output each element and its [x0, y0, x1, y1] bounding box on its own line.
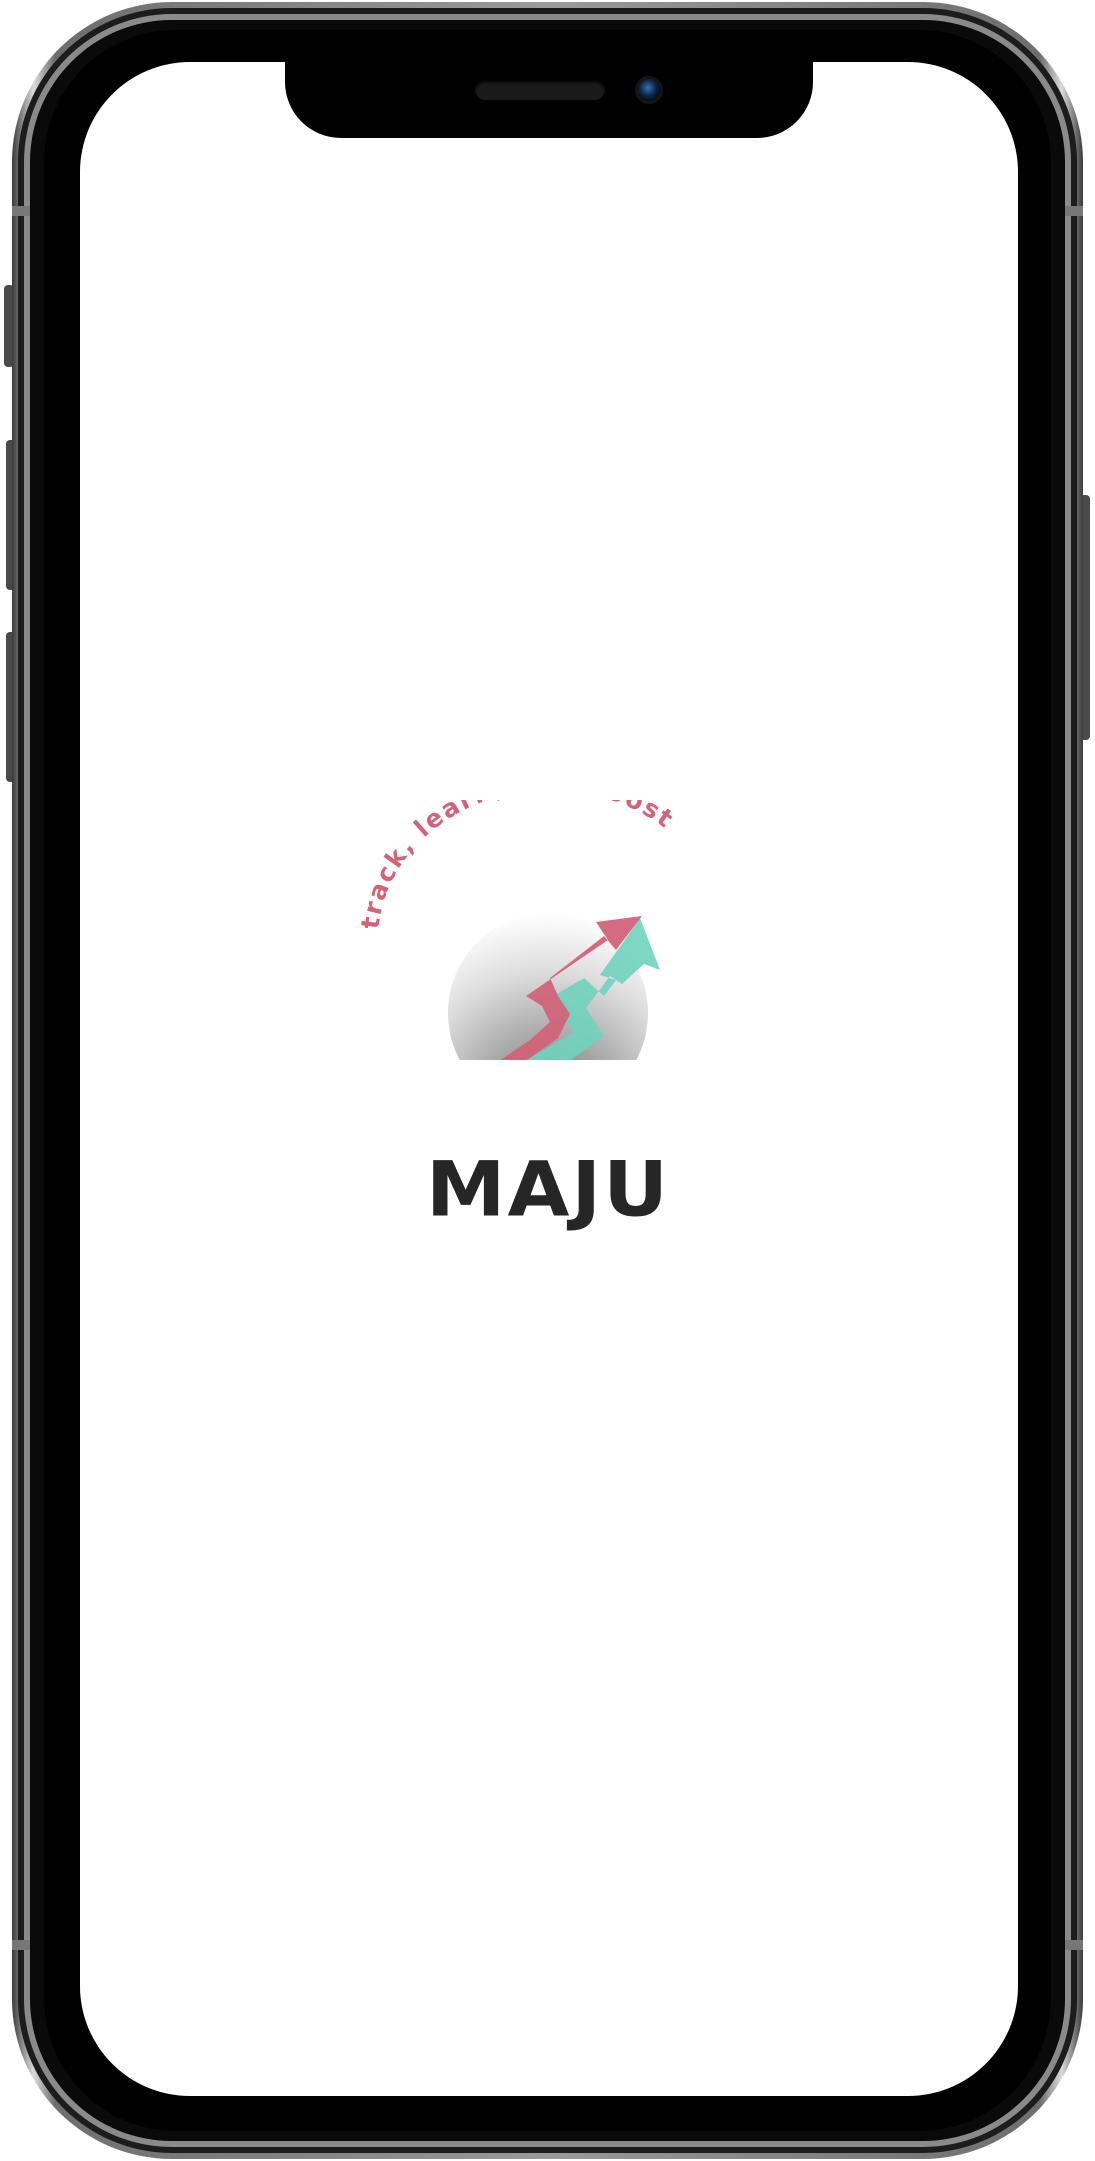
- front-camera-icon: [635, 76, 663, 104]
- notch: [285, 62, 813, 138]
- splash-screen-mockup: track, learn, and boost MAJU: [0, 0, 1095, 2161]
- earpiece-speaker: [475, 80, 605, 100]
- screen: [80, 62, 1018, 2096]
